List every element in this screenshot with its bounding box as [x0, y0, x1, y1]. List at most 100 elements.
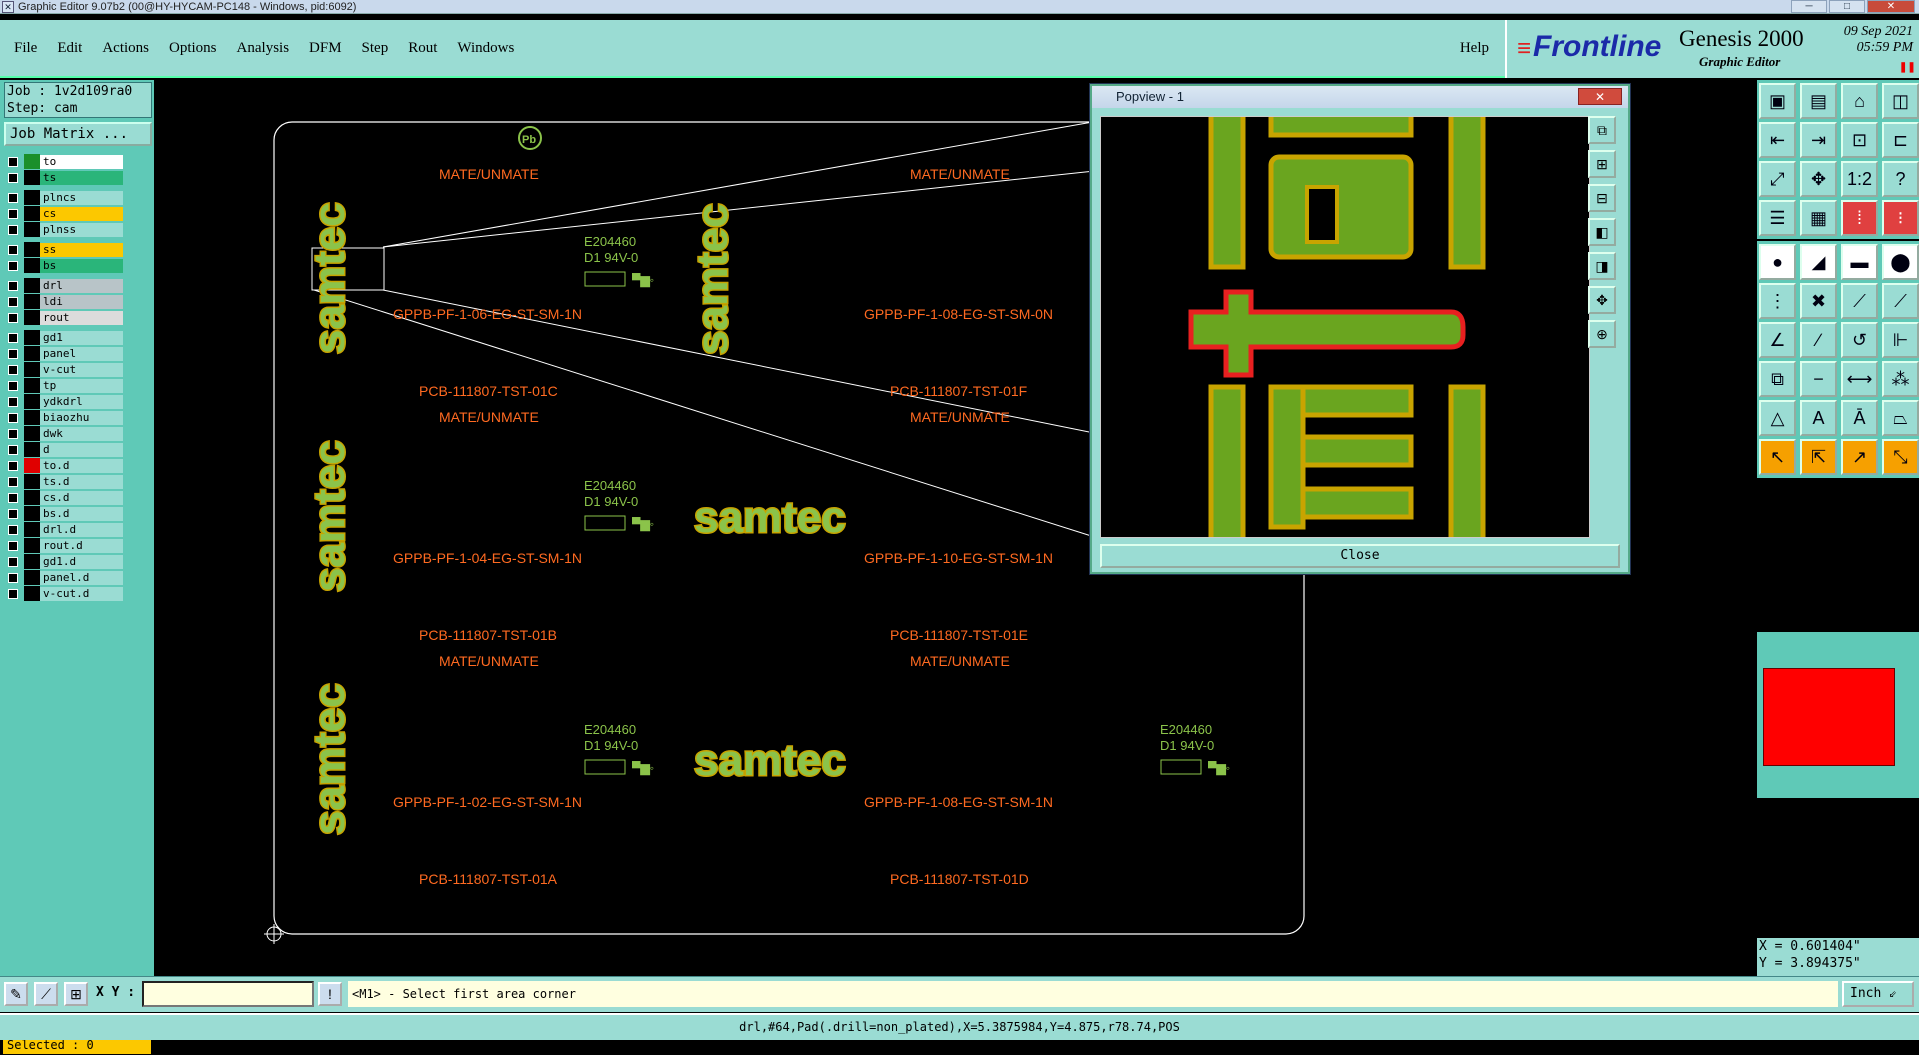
- layer-color-swatch[interactable]: [24, 522, 40, 537]
- minimize-button[interactable]: ─: [1791, 0, 1827, 13]
- layer-name[interactable]: d: [40, 443, 123, 457]
- triangle-icon[interactable]: △: [1759, 400, 1796, 436]
- layer-checkbox[interactable]: [8, 173, 18, 183]
- layer-row[interactable]: ydkdrl: [4, 394, 126, 410]
- text-box-icon[interactable]: Ā: [1841, 400, 1878, 436]
- layer-row[interactable]: dwk: [4, 426, 126, 442]
- layer-checkbox[interactable]: [8, 413, 18, 423]
- layer-color-swatch[interactable]: [24, 346, 40, 361]
- layer-name[interactable]: ydkdrl: [40, 395, 123, 409]
- select-icon[interactable]: ↖: [1759, 439, 1796, 475]
- layer-row[interactable]: drl.d: [4, 522, 126, 538]
- layer-color-swatch[interactable]: [24, 206, 40, 221]
- layer-name[interactable]: v-cut: [40, 363, 123, 377]
- select-net-icon[interactable]: ↗: [1841, 439, 1878, 475]
- popview-zoom-in-icon[interactable]: ⊞: [1588, 150, 1616, 178]
- close-window-button[interactable]: ✕: [1867, 0, 1915, 13]
- layer-checkbox[interactable]: [8, 493, 18, 503]
- layer-color-swatch[interactable]: [24, 458, 40, 473]
- layer-name[interactable]: drl: [40, 279, 123, 293]
- xy-input[interactable]: [142, 981, 314, 1007]
- mode-grid-icon[interactable]: ⊞: [64, 982, 88, 1006]
- menu-file[interactable]: File: [14, 40, 37, 57]
- layer-color-swatch[interactable]: [24, 474, 40, 489]
- layer-name[interactable]: dwk: [40, 427, 123, 441]
- layer-name[interactable]: rout.d: [40, 539, 123, 553]
- layer-name[interactable]: rout: [40, 311, 123, 325]
- overview-viewport[interactable]: [1763, 668, 1895, 766]
- layer-name[interactable]: cs: [40, 207, 123, 221]
- line-icon[interactable]: ◢: [1800, 244, 1837, 280]
- layer-checkbox[interactable]: [8, 461, 18, 471]
- layer-color-swatch[interactable]: [24, 310, 40, 325]
- window-icon[interactable]: ◫: [1882, 83, 1919, 119]
- layer-row[interactable]: bs.d: [4, 506, 126, 522]
- layer-color-swatch[interactable]: [24, 258, 40, 273]
- layer-row[interactable]: biaozhu: [4, 410, 126, 426]
- layer-checkbox[interactable]: [8, 573, 18, 583]
- layer-color-swatch[interactable]: [24, 570, 40, 585]
- popview-center-icon[interactable]: ✥: [1588, 286, 1616, 314]
- layer-checkbox[interactable]: [8, 261, 18, 271]
- popview-pan-right-icon[interactable]: ◨: [1588, 252, 1616, 280]
- layer-row[interactable]: ts: [4, 170, 126, 186]
- arc-icon[interactable]: ↺: [1841, 322, 1878, 358]
- pad-icon[interactable]: ●: [1759, 244, 1796, 280]
- popview-zoom-out-icon[interactable]: ⊟: [1588, 184, 1616, 212]
- layer-checkbox[interactable]: [8, 477, 18, 487]
- layer-name[interactable]: ts: [40, 171, 123, 185]
- menu-step[interactable]: Step: [362, 40, 389, 57]
- layer-color-swatch[interactable]: [24, 222, 40, 237]
- layer-row[interactable]: ss: [4, 242, 126, 258]
- layer-name[interactable]: panel: [40, 347, 123, 361]
- unit-select[interactable]: Inch ⇙: [1842, 981, 1914, 1007]
- layer-name[interactable]: cs.d: [40, 491, 123, 505]
- layer-row[interactable]: gd1.d: [4, 554, 126, 570]
- layer-color-swatch[interactable]: [24, 426, 40, 441]
- layer-color-swatch[interactable]: [24, 294, 40, 309]
- popview-titlebar[interactable]: Popview - 1 ✕: [1092, 86, 1628, 108]
- layer-color-swatch[interactable]: [24, 554, 40, 569]
- drill-icon[interactable]: ⁞: [1841, 200, 1878, 236]
- angle-icon[interactable]: ∠: [1759, 322, 1796, 358]
- layer-icon[interactable]: ☰: [1759, 200, 1796, 236]
- layer-checkbox[interactable]: [8, 445, 18, 455]
- snap-icon[interactable]: ⊡: [1841, 122, 1878, 158]
- layer-checkbox[interactable]: [8, 397, 18, 407]
- layer-row[interactable]: panel.d: [4, 570, 126, 586]
- resize-icon[interactable]: ⟷: [1841, 361, 1878, 397]
- layer-row[interactable]: bs: [4, 258, 126, 274]
- job-matrix-button[interactable]: Job Matrix ...: [4, 122, 152, 146]
- layer-row[interactable]: gd1: [4, 330, 126, 346]
- layer-name[interactable]: panel.d: [40, 571, 123, 585]
- text-icon[interactable]: A: [1800, 400, 1837, 436]
- layer-row[interactable]: drl: [4, 278, 126, 294]
- pause-icon[interactable]: ❚❚: [1899, 62, 1916, 73]
- layer-color-swatch[interactable]: [24, 506, 40, 521]
- layer-name[interactable]: gd1: [40, 331, 123, 345]
- layer-row[interactable]: ts.d: [4, 474, 126, 490]
- layer-color-swatch[interactable]: [24, 410, 40, 425]
- layer-name[interactable]: drl.d: [40, 523, 123, 537]
- layer-checkbox[interactable]: [8, 589, 18, 599]
- layer-color-swatch[interactable]: [24, 586, 40, 601]
- point-icon[interactable]: ⬤: [1882, 244, 1919, 280]
- ruler-icon[interactable]: ▬: [1841, 244, 1878, 280]
- layer-checkbox[interactable]: [8, 349, 18, 359]
- popview-canvas[interactable]: [1100, 116, 1590, 538]
- layer-row[interactable]: d: [4, 442, 126, 458]
- layer-name[interactable]: plncs: [40, 191, 123, 205]
- layer-name[interactable]: ts.d: [40, 475, 123, 489]
- popview-zoom-fit-icon[interactable]: ⧉: [1588, 116, 1616, 144]
- layer-row[interactable]: plnss: [4, 222, 126, 238]
- popview-close-button[interactable]: Close: [1100, 544, 1620, 568]
- layer-color-swatch[interactable]: [24, 190, 40, 205]
- layer-name[interactable]: to.d: [40, 459, 123, 473]
- maximize-button[interactable]: □: [1829, 0, 1865, 13]
- layer-checkbox[interactable]: [8, 381, 18, 391]
- layer-color-swatch[interactable]: [24, 538, 40, 553]
- layer-color-swatch[interactable]: [24, 394, 40, 409]
- layer-row[interactable]: rout.d: [4, 538, 126, 554]
- layer-checkbox[interactable]: [8, 281, 18, 291]
- layer-row[interactable]: to.d: [4, 458, 126, 474]
